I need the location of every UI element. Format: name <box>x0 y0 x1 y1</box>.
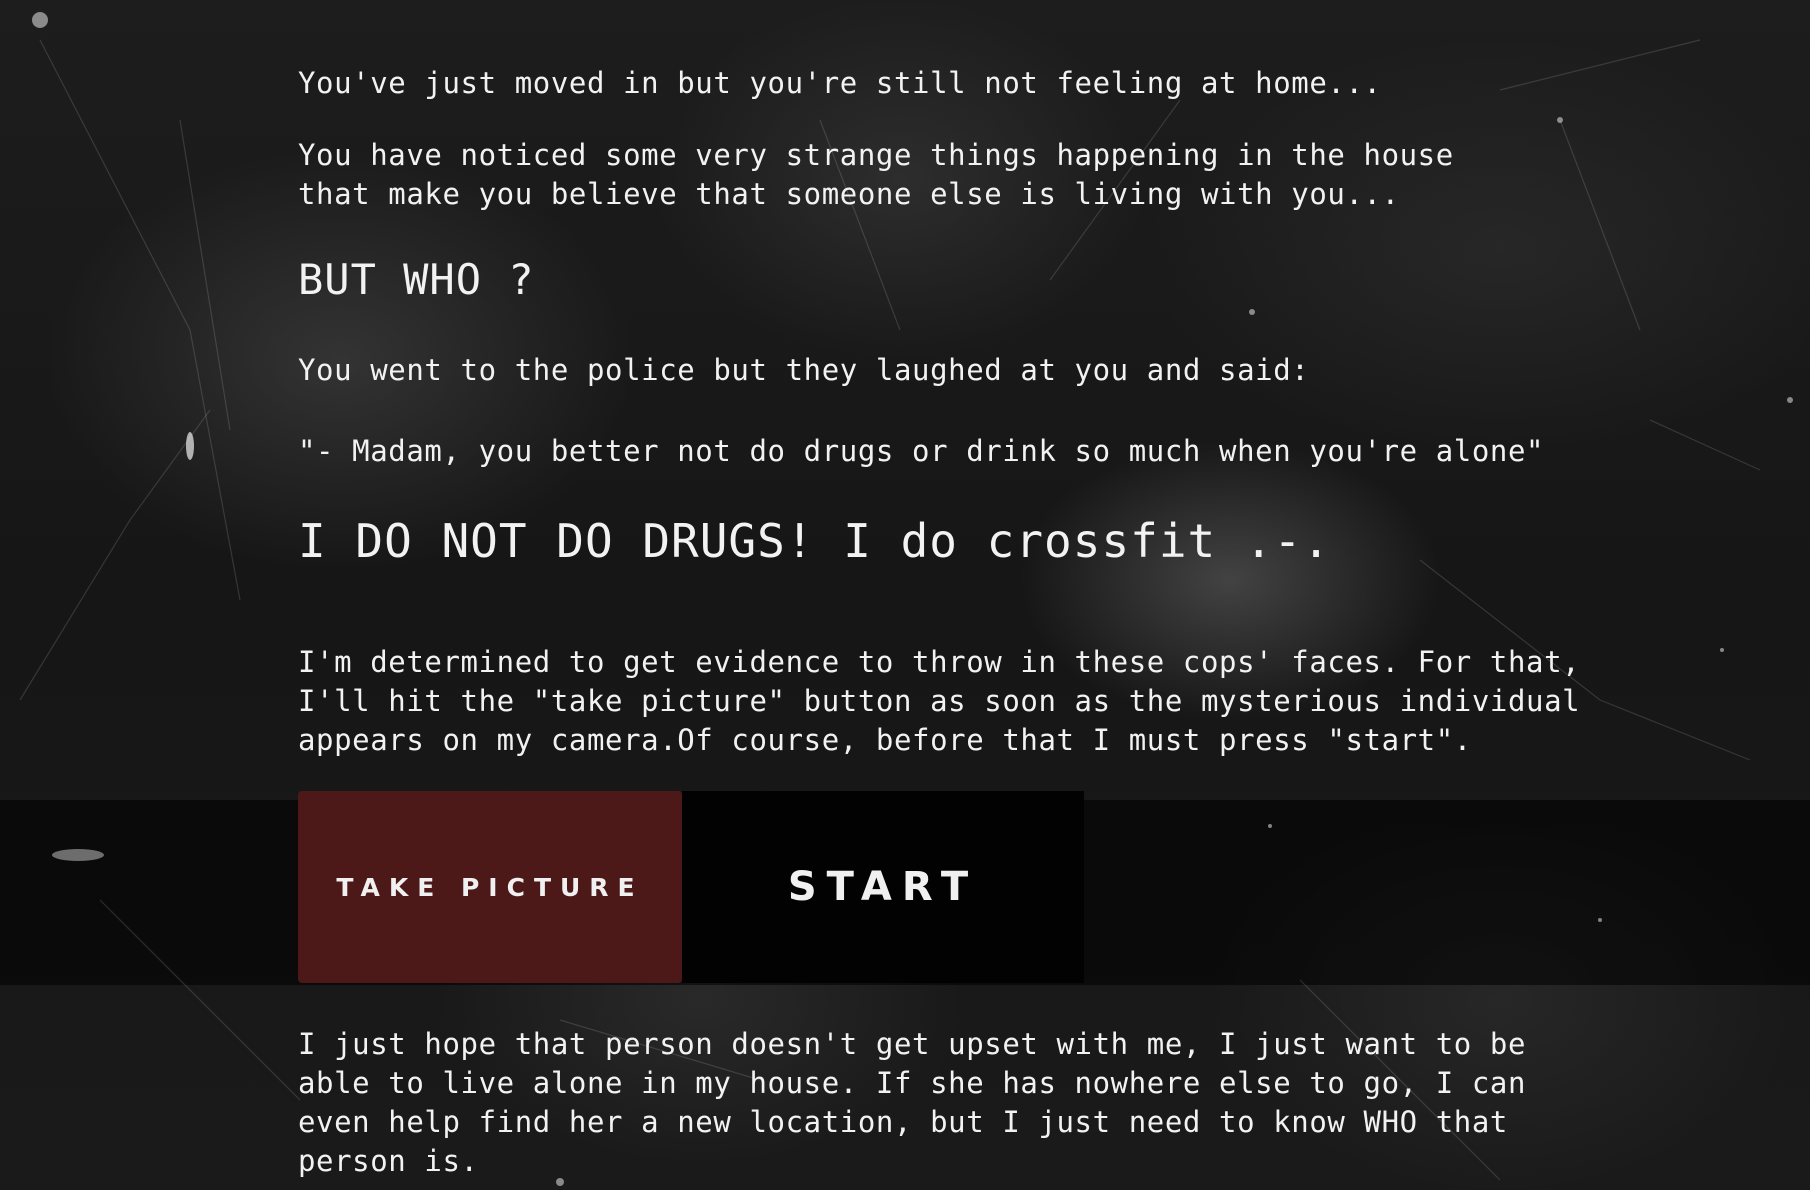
take-picture-button[interactable]: TAKE PICTURE <box>298 791 682 983</box>
plan-line-3: appears on my camera.Of course, before t… <box>298 723 1472 757</box>
plan-line-1: I'm determined to get evidence to throw … <box>298 645 1581 679</box>
hope-line-2: able to live alone in my house. If she h… <box>298 1066 1527 1100</box>
heading-no-drugs: I DO NOT DO DRUGS! I do crossfit .-. <box>298 514 1331 568</box>
hope-line-3: even help find her a new location, but I… <box>298 1105 1508 1139</box>
police-line: You went to the police but they laughed … <box>298 353 1310 387</box>
plan-line-2: I'll hit the "take picture" button as so… <box>298 684 1581 718</box>
intro-line: You've just moved in but you're still no… <box>298 66 1382 100</box>
strange-things-line-1: You have noticed some very strange thing… <box>298 138 1454 172</box>
heading-but-who: BUT WHO ? <box>298 255 535 304</box>
hope-line-4: person is. <box>298 1144 479 1178</box>
hope-line-1: I just hope that person doesn't get upse… <box>298 1027 1527 1061</box>
strange-things-line-2: that make you believe that someone else … <box>298 177 1400 211</box>
start-button[interactable]: START <box>682 791 1084 983</box>
police-quote: "- Madam, you better not do drugs or dri… <box>298 434 1545 468</box>
